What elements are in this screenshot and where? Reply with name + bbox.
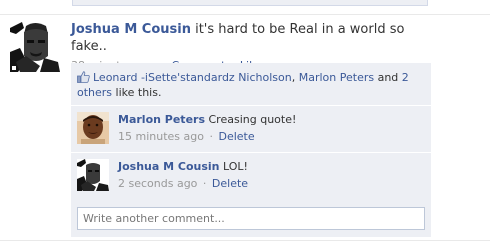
liker-link[interactable]: Leonard -iSette'standardz Nicholson: [93, 71, 292, 84]
commenter-avatar[interactable]: [77, 159, 109, 191]
thumbs-up-icon: [77, 71, 90, 83]
delete-comment-link[interactable]: Delete: [218, 130, 254, 143]
like-suffix: like this.: [115, 86, 162, 99]
write-comment-input[interactable]: Write another comment...: [77, 207, 425, 230]
comment-author-link[interactable]: Marlon Peters: [118, 113, 205, 126]
like-comma: ,: [291, 71, 296, 84]
liker-link[interactable]: Marlon Peters: [299, 71, 374, 84]
feedback-box: Leonard -iSette'standardz Nicholson, Mar…: [71, 63, 431, 237]
post-line: Joshua M Cousin it's hard to be Real in …: [71, 21, 431, 55]
previous-post-feedback-remnant: [72, 0, 428, 6]
commenter-avatar[interactable]: [77, 112, 109, 144]
comment-item: Joshua M Cousin LOL! 2 seconds ago · Del…: [71, 152, 431, 200]
like-and: and: [377, 71, 399, 84]
delete-comment-link[interactable]: Delete: [212, 177, 248, 190]
comment-meta: 15 minutes ago · Delete: [118, 130, 423, 144]
like-sentence: Leonard -iSette'standardz Nicholson, Mar…: [77, 70, 427, 100]
comment-content: Marlon Peters Creasing quote! 15 minutes…: [118, 113, 423, 144]
comment-content: Joshua M Cousin LOL! 2 seconds ago · Del…: [118, 160, 423, 191]
comment-text: Creasing quote!: [208, 113, 297, 126]
comment-timestamp[interactable]: 15 minutes ago: [118, 130, 204, 143]
meta-separator: ·: [209, 130, 213, 143]
comment-timestamp[interactable]: 2 seconds ago: [118, 177, 197, 190]
meta-separator: ·: [202, 177, 207, 190]
story-divider: [0, 240, 490, 241]
author-avatar[interactable]: [10, 22, 60, 72]
comment-item: Marlon Peters Creasing quote! 15 minutes…: [71, 105, 431, 152]
comment-author-link[interactable]: Joshua M Cousin: [118, 160, 220, 173]
post-author-link[interactable]: Joshua M Cousin: [71, 22, 191, 37]
story-divider: [0, 14, 490, 15]
comment-text: LOL!: [223, 160, 248, 173]
comment-meta: 2 seconds ago · Delete: [118, 177, 423, 191]
